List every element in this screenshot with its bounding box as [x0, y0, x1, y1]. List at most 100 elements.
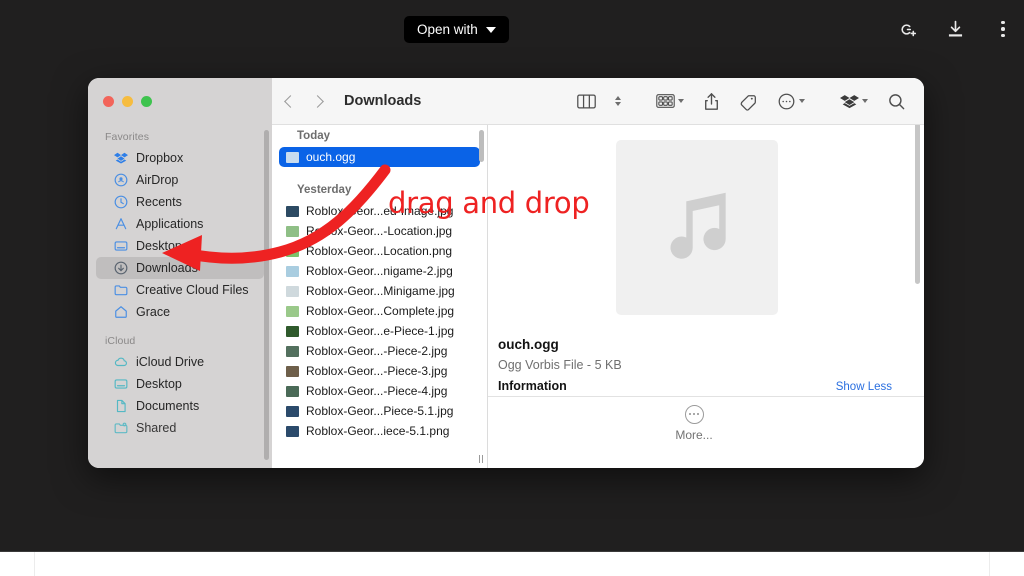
finder-window-title: Downloads [344, 93, 422, 109]
file-group-header-today: Today [297, 130, 331, 142]
file-name: Roblox-Geor...-Piece-2.jpg [306, 344, 448, 358]
file-name: Roblox-Geor...Location.png [306, 244, 453, 258]
view-sort-stepper[interactable] [615, 96, 621, 106]
forward-button[interactable] [311, 94, 324, 108]
sidebar-item-label: Recents [136, 195, 182, 209]
sidebar-item-recents[interactable]: Recents [96, 191, 264, 213]
file-row[interactable]: Roblox-Geor...-Piece-2.jpg [279, 341, 480, 361]
sidebar-item-label: Shared [136, 421, 177, 435]
file-row[interactable]: Roblox-Geor...e-Piece-1.jpg [279, 321, 480, 341]
file-row[interactable]: Roblox-Geor...-Piece-4.jpg [279, 381, 480, 401]
preview-divider [488, 396, 924, 397]
preview-pane: ouch.ogg Ogg Vorbis File - 5 KB Informat… [488, 78, 924, 468]
more-label: More... [675, 427, 713, 442]
navigation-arrows [284, 94, 324, 108]
file-row[interactable]: Roblox-Geor...nigame-2.jpg [279, 261, 480, 281]
sidebar-item-documents[interactable]: Documents [96, 395, 264, 417]
image-thumbnail [286, 285, 299, 297]
file-name: Roblox-Geor...-Piece-3.jpg [306, 364, 448, 378]
file-row[interactable]: Roblox-Geor...Minigame.jpg [279, 281, 480, 301]
maximize-button[interactable] [141, 96, 152, 107]
sidebar-item-icloud-desktop[interactable]: Desktop [96, 373, 264, 395]
sidebar-item-creative-cloud-files[interactable]: Creative Cloud Files [96, 279, 264, 301]
image-thumbnail [286, 385, 299, 397]
group-by-button[interactable] [656, 93, 684, 109]
music-note-icon [654, 182, 740, 273]
file-row[interactable]: Roblox-Geor...iece-5.1.png [279, 421, 480, 441]
downloads-icon [113, 261, 128, 276]
sidebar-item-applications[interactable]: Applications [96, 213, 264, 235]
sidebar-header-favorites: Favorites [105, 131, 150, 143]
airdrop-icon [113, 173, 128, 188]
more-button[interactable]: More... [488, 402, 900, 442]
image-thumbnail [286, 205, 299, 217]
sidebar-item-label: Dropbox [136, 151, 184, 165]
file-row[interactable]: Roblox-Geor...Complete.jpg [279, 301, 480, 321]
chevron-down-icon [862, 99, 868, 103]
image-thumbnail [286, 405, 299, 417]
shared-folder-icon [113, 421, 128, 436]
preview-file-name: ouch.ogg [498, 337, 559, 352]
chevron-down-icon [799, 99, 805, 103]
sidebar-item-label: Grace [136, 305, 171, 319]
sidebar-item-shared[interactable]: Shared [96, 417, 264, 439]
sidebar-item-grace[interactable]: Grace [96, 301, 264, 323]
preview-file-meta: Ogg Vorbis File - 5 KB [498, 358, 622, 372]
add-to-lens-icon[interactable] [894, 16, 920, 42]
file-row[interactable]: Roblox-Geor...-Location.jpg [279, 221, 480, 241]
sidebar-item-label: iCloud Drive [136, 355, 205, 369]
sidebar-item-desktop[interactable]: Desktop [96, 235, 264, 257]
overflow-menu-icon[interactable] [990, 16, 1016, 42]
applications-icon [113, 217, 128, 232]
cloud-icon [113, 355, 128, 370]
chevron-down-icon [678, 99, 684, 103]
open-with-button[interactable]: Open with [404, 16, 509, 43]
sidebar-item-icloud-drive[interactable]: iCloud Drive [96, 351, 264, 373]
sidebar-item-airdrop[interactable]: AirDrop [96, 169, 264, 191]
sidebar-item-label: Downloads [136, 261, 198, 275]
sidebar-item-label: Documents [136, 399, 200, 413]
window-controls [103, 96, 152, 107]
sidebar-item-label: Desktop [136, 239, 182, 253]
image-thumbnail [286, 245, 299, 257]
file-name: Roblox-Geor...Piece-5.1.jpg [306, 404, 454, 418]
dropbox-button[interactable] [840, 92, 868, 111]
file-row[interactable]: Roblox-Geor...-Piece-3.jpg [279, 361, 480, 381]
image-thumbnail [286, 305, 299, 317]
sidebar-scrollbar[interactable] [264, 130, 269, 460]
share-button[interactable] [703, 92, 720, 111]
sidebar-header-icloud: iCloud [105, 335, 136, 347]
sidebar-item-downloads[interactable]: Downloads [96, 257, 264, 279]
action-menu-button[interactable] [777, 92, 805, 111]
screenshot-root: Open with Favorites Dropbox AirDrop Rece… [0, 0, 1024, 576]
image-thumbnail [286, 345, 299, 357]
image-thumbnail [286, 225, 299, 237]
close-button[interactable] [103, 96, 114, 107]
column-resize-handle[interactable] [479, 455, 483, 463]
sidebar-item-label: Desktop [136, 377, 182, 391]
sidebar-sections: Favorites Dropbox AirDrop Recents Applic… [88, 78, 272, 439]
image-thumbnail [286, 365, 299, 377]
chevron-down-icon [485, 26, 496, 33]
minimize-button[interactable] [122, 96, 133, 107]
ellipsis-circle-icon [684, 404, 704, 424]
tags-button[interactable] [739, 92, 758, 111]
view-columns-button[interactable] [577, 94, 596, 109]
audio-file-thumbnail [286, 151, 299, 163]
back-button[interactable] [284, 94, 297, 108]
file-name: Roblox-Geor...iece-5.1.png [306, 424, 450, 438]
folder-icon [113, 283, 128, 298]
show-less-link[interactable]: Show Less [836, 381, 892, 393]
download-icon[interactable] [942, 16, 968, 42]
sidebar-item-dropbox[interactable]: Dropbox [96, 147, 264, 169]
file-row[interactable]: Roblox-Geor...Piece-5.1.jpg [279, 401, 480, 421]
file-row[interactable]: Roblox-Geor...Location.png [279, 241, 480, 261]
file-row-ouch-ogg[interactable]: ouch.ogg [279, 147, 480, 167]
file-list-scrollbar[interactable] [479, 130, 484, 162]
file-name: Roblox-Geor...Minigame.jpg [306, 284, 455, 298]
finder-sidebar: Favorites Dropbox AirDrop Recents Applic… [88, 78, 272, 468]
clock-icon [113, 195, 128, 210]
finder-window: Favorites Dropbox AirDrop Recents Applic… [88, 78, 924, 468]
search-button[interactable] [887, 92, 906, 111]
file-name: Roblox-Geor...-Piece-4.jpg [306, 384, 448, 398]
